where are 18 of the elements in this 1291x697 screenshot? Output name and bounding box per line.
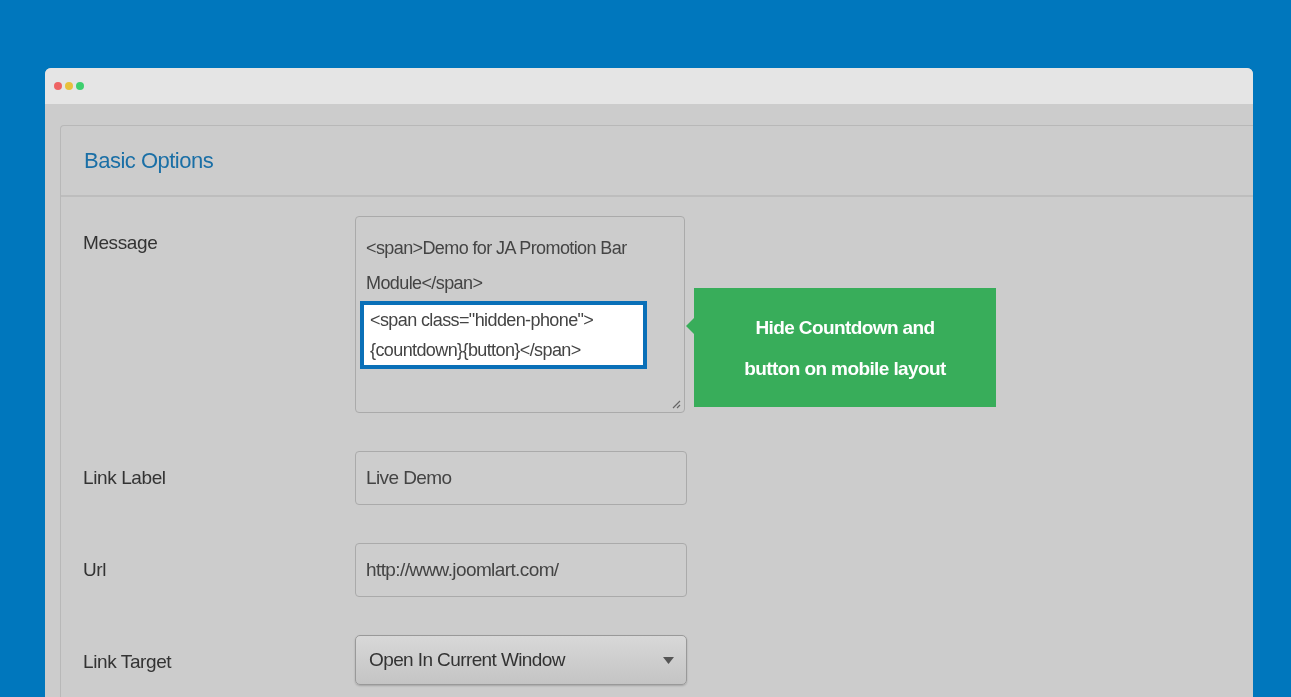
input-field[interactable]: Live Demo: [355, 451, 687, 505]
highlighted-code: {countdown}{button}</span>: [370, 339, 582, 362]
message-field[interactable]: <span>Demo for JA Promotion Bar Module</span> <span class="hidden-phone"> {countdown}{button}</span>: [355, 216, 685, 413]
select-dropdown[interactable]: Open In Current Window: [355, 635, 687, 685]
tooltip: Hide Countdown and button on mobile layout: [686, 288, 996, 407]
highlighted-code: <span class="hidden-phone">: [370, 309, 595, 332]
window-control-dot[interactable]: [76, 82, 84, 90]
window-control-dot[interactable]: [54, 82, 62, 90]
field-label: Link Label: [83, 466, 167, 489]
message-text: <span>Demo for JA Promotion Bar Module</span>: [365, 237, 628, 295]
resize-grip-icon[interactable]: [671, 399, 681, 409]
panel-title: Basic Options: [84, 147, 214, 174]
field-label: Url: [83, 558, 108, 581]
caret-icon: [663, 656, 674, 664]
input-field[interactable]: http://www.joomlart.com/: [355, 543, 687, 597]
field-label: Link Target: [83, 650, 173, 673]
field-label: Message: [83, 231, 159, 254]
window-control-dot[interactable]: [65, 82, 73, 90]
